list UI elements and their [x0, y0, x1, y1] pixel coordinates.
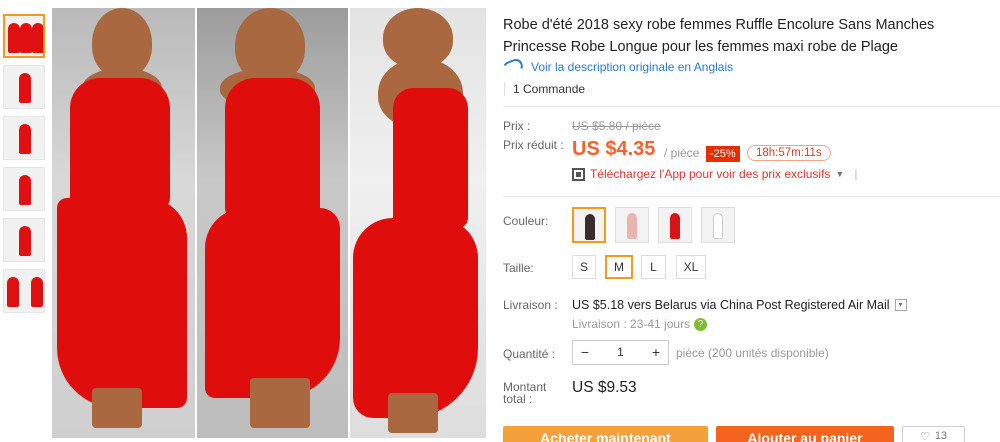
sale-price: US $4.35 [572, 138, 656, 160]
decrease-button[interactable]: − [573, 341, 597, 364]
shipping-label: Livraison : [503, 298, 558, 312]
delivery-time: Livraison : 23-41 jours ? [572, 317, 708, 331]
heart-icon: ♡ [919, 430, 930, 442]
color-swatch-2[interactable] [615, 207, 649, 243]
thumbnail-strip [3, 14, 47, 320]
main-product-image[interactable] [52, 8, 486, 438]
quantity-input[interactable]: 1 [597, 341, 644, 364]
thumbnail-5[interactable] [3, 218, 45, 262]
image-divider [348, 8, 350, 438]
thumbnail-4[interactable] [3, 167, 45, 211]
total-amount: US $9.53 [572, 379, 637, 396]
help-icon[interactable]: ? [694, 317, 708, 331]
price-unit: / pièce [664, 146, 700, 160]
price-label: Prix : [503, 119, 531, 133]
image-divider [195, 8, 197, 438]
size-option-m[interactable]: M [605, 255, 633, 279]
thumbnail-2[interactable] [3, 65, 45, 109]
product-title: Robe d'été 2018 sexy robe femmes Ruffle … [503, 17, 935, 55]
translate-link[interactable]: Voir la description originale en Anglais [501, 57, 733, 77]
original-price: US $5.80 / pièce [572, 119, 661, 133]
separator: | [854, 167, 858, 181]
shipping-method-text: US $5.18 vers Belarus via China Post Reg… [572, 298, 890, 312]
app-promo-link[interactable]: Téléchargez l'App pour voir des prix exc… [572, 167, 857, 181]
wishlist-button[interactable]: ♡ 13 [902, 426, 965, 442]
countdown-timer: 18h:57m:11s [747, 145, 831, 161]
divider [503, 196, 1000, 197]
thumbnail-6[interactable] [3, 269, 45, 313]
color-swatch-4[interactable] [701, 207, 735, 243]
thumbnail-3[interactable] [3, 116, 45, 160]
delivery-time-text: Livraison : 23-41 jours [572, 317, 691, 331]
quantity-label: Quantité : [503, 347, 556, 361]
orders-count[interactable]: 1 Commande [504, 82, 585, 96]
quantity-stepper: − 1 + [572, 340, 669, 365]
add-to-cart-button[interactable]: Ajouter au panier [716, 426, 894, 442]
divider [503, 106, 1000, 107]
chevron-down-icon[interactable]: ▾ [894, 299, 907, 311]
size-option-l[interactable]: L [641, 255, 666, 279]
size-option-xl[interactable]: XL [676, 255, 706, 279]
size-option-s[interactable]: S [572, 255, 596, 279]
color-swatch-1[interactable] [572, 207, 606, 243]
discount-badge: -25% [706, 146, 740, 162]
image-panel-1 [52, 8, 195, 438]
shipping-method[interactable]: US $5.18 vers Belarus via China Post Reg… [572, 298, 907, 312]
increase-button[interactable]: + [644, 341, 668, 364]
sale-price-label: Prix réduit : [503, 138, 564, 152]
total-label: Montant total : [503, 380, 547, 406]
image-panel-3 [348, 8, 486, 438]
chevron-down-icon[interactable]: ▼ [835, 169, 844, 179]
wishlist-count: 13 [934, 430, 948, 442]
translate-link-label[interactable]: Voir la description originale en Anglais [531, 60, 733, 74]
stock-availability: pièce (200 unités disponible) [676, 346, 829, 360]
color-label: Couleur: [503, 214, 549, 228]
app-promo-label[interactable]: Téléchargez l'App pour voir des prix exc… [590, 167, 830, 181]
color-swatch-3[interactable] [658, 207, 692, 243]
translate-icon [501, 57, 525, 77]
qr-code-icon [572, 167, 585, 181]
thumbnail-1[interactable] [3, 14, 45, 58]
size-label: Taille: [503, 261, 534, 275]
image-panel-2 [195, 8, 348, 438]
buy-now-button[interactable]: Acheter maintenant [503, 426, 708, 442]
